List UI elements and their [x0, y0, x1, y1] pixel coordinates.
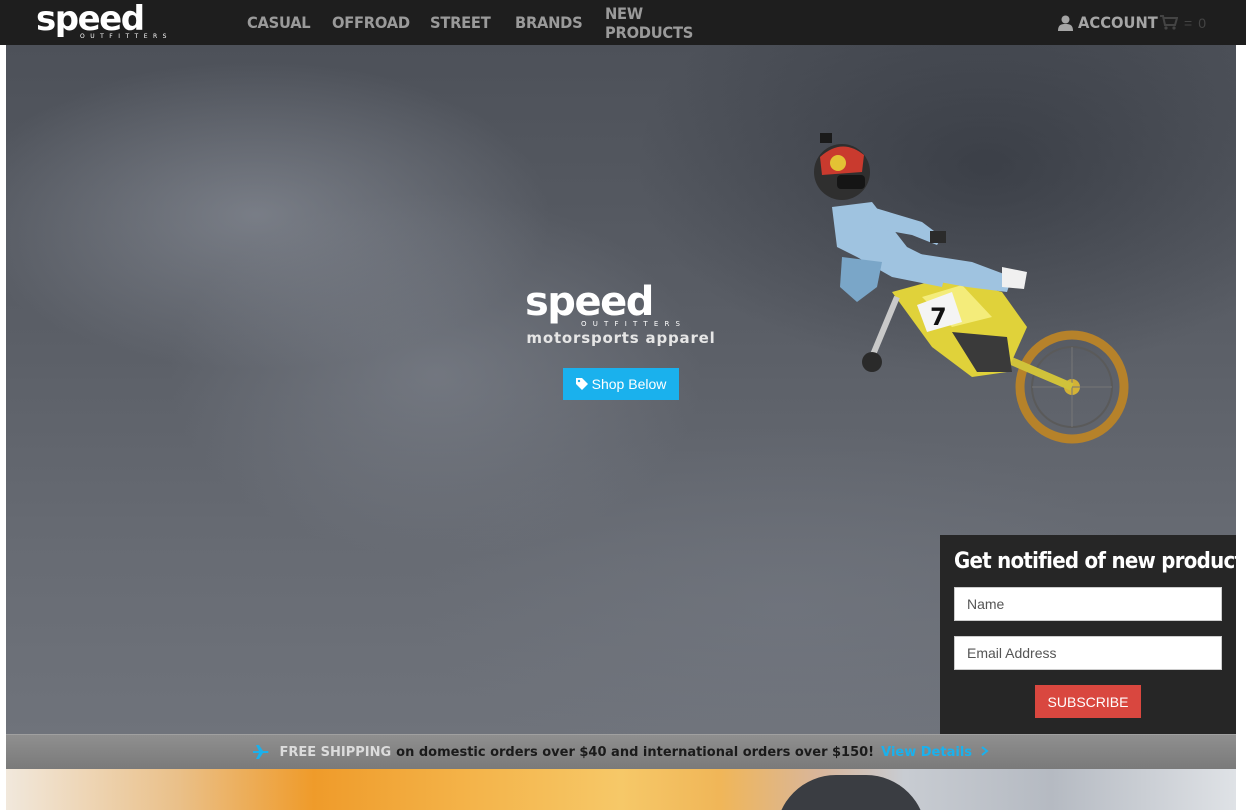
hero-logo: speed OUTFITTERS: [525, 283, 686, 327]
top-navigation-bar: speed OUTFITTERS CASUAL OFFROAD STREET B…: [0, 0, 1246, 45]
email-input[interactable]: [954, 636, 1222, 670]
featured-product-image: [6, 769, 1236, 810]
subscribe-button[interactable]: SUBSCRIBE: [1035, 685, 1141, 718]
cart-link[interactable]: = 0: [1160, 0, 1206, 45]
cart-icon: [1160, 15, 1178, 30]
motocross-rider-image: 7: [814, 133, 1129, 444]
hero-branding: speed OUTFITTERS motorsports apparel: [525, 283, 717, 347]
cart-count: 0: [1198, 14, 1206, 31]
free-shipping-bar: FREE SHIPPING on domestic orders over $4…: [6, 734, 1236, 770]
main-nav: CASUAL OFFROAD STREET BRANDS NEW PRODUCT…: [247, 0, 755, 45]
shop-below-button[interactable]: Shop Below: [563, 368, 679, 400]
nav-item-offroad[interactable]: OFFROAD: [332, 13, 410, 32]
newsletter-signup-panel: Get notified of new products! SUBSCRIBE: [940, 535, 1246, 734]
chevron-right-icon: [980, 745, 989, 756]
view-details-label: View Details: [881, 744, 973, 760]
plane-icon: [253, 745, 269, 759]
user-icon: [1058, 15, 1073, 31]
hero-logo-subtext: OUTFITTERS: [581, 320, 686, 327]
account-label: ACCOUNT: [1078, 13, 1158, 32]
tag-icon: [575, 378, 588, 390]
hero-tagline: motorsports apparel: [526, 329, 716, 347]
brand-logo[interactable]: speed OUTFITTERS: [36, 2, 192, 40]
nav-item-brands[interactable]: BRANDS: [515, 13, 583, 32]
free-shipping-text: on domestic orders over $40 and internat…: [396, 744, 875, 760]
account-link[interactable]: ACCOUNT: [1058, 0, 1165, 45]
shop-below-label: Shop Below: [591, 376, 667, 392]
cart-separator: =: [1184, 14, 1193, 31]
cap-image: [776, 775, 926, 810]
free-shipping-highlight: FREE SHIPPING: [279, 744, 392, 760]
name-input[interactable]: [954, 587, 1222, 621]
nav-item-casual[interactable]: CASUAL: [247, 13, 311, 32]
brand-logo-subtext: OUTFITTERS: [80, 33, 172, 40]
signup-title: Get notified of new products!: [954, 549, 1246, 574]
nav-item-new-products[interactable]: NEW PRODUCTS: [605, 4, 715, 42]
nav-item-street[interactable]: STREET: [430, 13, 491, 32]
view-details-link[interactable]: View Details: [881, 744, 989, 760]
rider-number: 7: [930, 303, 947, 331]
hero-logo-wordmark: speed: [525, 283, 653, 325]
